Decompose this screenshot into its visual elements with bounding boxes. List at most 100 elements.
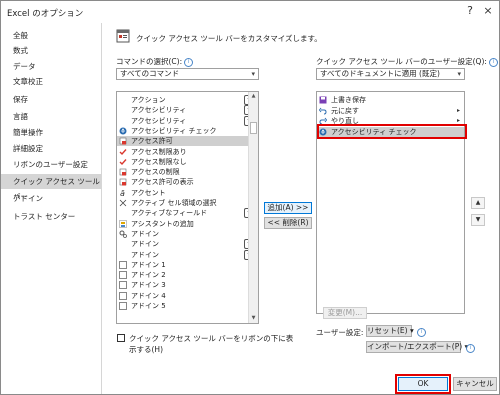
command-item-label: アクティブ セル領域の選択 [131,199,217,207]
command-item-label: アクセスの制限 [131,168,180,177]
scroll-down-icon[interactable]: ▼ [249,314,258,323]
command-item-label: アドイン [131,229,159,238]
show-below-ribbon-checkbox[interactable] [117,334,125,342]
command-item-label: アドイン 1 [131,260,166,269]
import-export-button[interactable]: インポート/エクスポート(P) ▾ [366,341,468,353]
command-item-label: アドイン [131,250,159,259]
lock-red-icon [119,168,127,176]
command-item[interactable]: アドイン 4 [117,291,258,301]
help-button[interactable]: ? [463,4,477,18]
scroll-thumb[interactable] [250,122,257,134]
command-item-label: アシスタントの追加 [131,219,194,228]
accent-icon: ā [119,189,127,198]
move-down-button[interactable]: ▼ [471,214,485,226]
commands-select[interactable]: すべてのコマンド ▾ [116,68,259,80]
qat-scope-select[interactable]: すべてのドキュメントに適用 (既定) ▾ [316,68,465,80]
qat-scope-select-value: すべてのドキュメントに適用 (既定) [320,69,440,78]
info-icon: i [184,57,194,67]
chevron-down-icon: ▾ [251,70,255,78]
command-item[interactable]: アクティブ セル領域の選択 [117,198,258,208]
command-item-label: アクセス許可 [131,137,173,146]
command-item[interactable]: アクセス制限あり [117,147,258,157]
blank-icon [119,117,127,125]
command-item[interactable]: アドイン [117,229,258,239]
command-item[interactable]: アクセシビリティ▾ [117,115,258,126]
reset-button[interactable]: リセット(E) ▾ [366,325,414,337]
sidebar-item-formulas[interactable]: 数式 [1,43,101,58]
blank-icon [119,251,127,259]
sidebar-item-trust-center[interactable]: トラスト センター [1,209,101,224]
command-item[interactable]: アドイン▾ [117,249,258,260]
command-item[interactable]: アクティブなフィールド▾ [117,208,258,219]
check-icon [119,158,127,166]
scroll-up-icon[interactable]: ▲ [249,92,258,101]
window-title: Excel のオプション [7,9,84,19]
highlight-frame-ok [395,374,451,394]
square-icon [119,281,127,290]
move-up-button[interactable]: ▲ [471,197,485,209]
commands-select-value: すべてのコマンド [120,69,180,78]
command-item[interactable]: アドイン 5 [117,301,258,311]
command-item-label: アドイン 2 [131,271,166,280]
command-item-label: アドイン 5 [131,302,166,310]
sidebar-item-general[interactable]: 全般 [1,28,101,43]
sidebar-item-proofing[interactable]: 文章校正 [1,74,101,89]
qat-item-label: 上書き保存 [331,96,366,104]
command-item-label: アクセス制限なし [131,157,187,166]
command-item[interactable]: アクセシビリティ チェック [117,126,258,136]
sidebar-item-customize-ribbon[interactable]: リボンのユーザー設定 [1,157,101,172]
info-icon: i [488,57,498,67]
blank-icon [119,106,127,114]
command-item[interactable]: アクション▾ [117,95,258,105]
command-item[interactable]: アクセス許可の表示 [117,177,258,187]
commands-scrollbar[interactable]: ▲ ▼ [248,92,258,323]
command-item[interactable]: アクセスの制限▸ [117,167,258,177]
command-item-label: アクティブなフィールド [131,209,208,218]
command-item[interactable]: アドイン▾ [117,239,258,250]
sidebar-item-language[interactable]: 言語 [1,109,101,124]
commands-list[interactable]: アクション▾アクセシビリティ▾アクセシビリティ▾アクセシビリティ チェックアクセ… [116,91,259,324]
sidebar-item-save[interactable]: 保存 [1,92,101,107]
command-item[interactable]: アクセス制限なし [117,157,258,167]
blank-icon [119,240,127,248]
close-button[interactable]: × [481,4,495,18]
modify-button[interactable]: 変更(M)... [323,307,367,319]
gear-icon [119,230,127,238]
blank-icon [119,209,127,217]
add-button[interactable]: 追加(A) >> [264,202,312,214]
sidebar-item-advanced[interactable]: 詳細設定 [1,141,101,156]
qat-item[interactable]: 上書き保存 [317,95,464,105]
sidebar-item-quick-access-toolbar[interactable]: クイック アクセス ツール バー [1,174,101,201]
command-item[interactable]: āアクセント▸ [117,188,258,198]
command-item[interactable]: アドイン 2 [117,270,258,280]
command-item[interactable]: アドイン 1 [117,260,258,270]
commands-label: コマンドの選択(C): i [116,56,194,67]
square-icon [119,260,127,269]
sidebar: 全般 数式 データ 文章校正 保存 言語 簡単操作 詳細設定 リボンのユーザー設… [1,23,102,394]
command-item-label: アクセシビリティ [131,106,187,115]
toolbar-customize-icon [116,28,132,44]
lock-red-icon [119,178,127,186]
command-item[interactable]: アクセシビリティ▾ [117,105,258,116]
page-title: クイック アクセス ツール バーをカスタマイズします。 [136,34,322,43]
command-item-label: アクション [131,96,166,104]
check-icon [119,148,127,156]
square-icon [119,271,127,279]
show-below-ribbon-label-1: クイック アクセス ツール バーをリボンの下に表 [129,334,294,343]
square-icon [119,302,127,310]
cancel-button[interactable]: キャンセル [453,377,497,391]
show-below-ribbon-label-2: 示する(H) [129,345,163,354]
command-item[interactable]: アクセス許可 [117,136,258,147]
sidebar-item-add-ins[interactable]: アドイン [1,191,101,206]
sidebar-item-accessibility[interactable]: 簡単操作 [1,125,101,140]
command-item[interactable]: アシスタントの追加 [117,219,258,229]
remove-button[interactable]: << 削除(R) [264,217,312,229]
user-settings-label: ユーザー設定: [316,328,364,337]
command-item[interactable]: アドイン 3 [117,280,258,290]
blank-icon [119,96,127,104]
qat-item[interactable]: 元に戻す ▸ [317,106,464,116]
command-item-label: アクセシビリティ [131,116,187,125]
sidebar-item-data[interactable]: データ [1,59,101,74]
cross-icon [119,199,127,207]
qat-label: クイック アクセス ツール バーのユーザー設定(Q): i [316,56,498,67]
